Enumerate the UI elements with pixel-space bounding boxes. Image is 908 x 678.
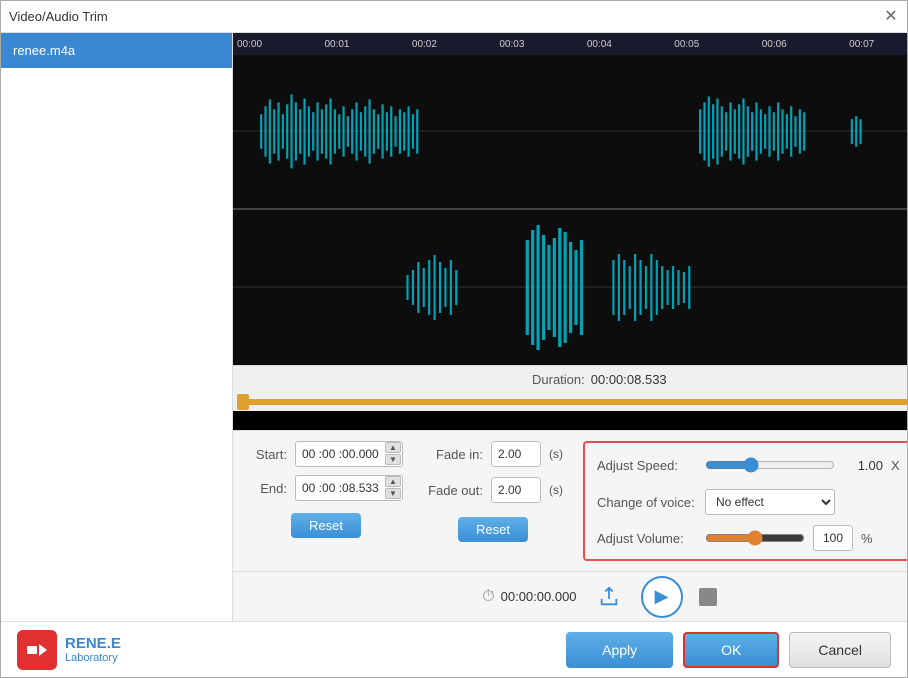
footer-buttons: Apply OK Cancel [566,632,891,668]
voice-label: Change of voice: [597,495,697,510]
logo-svg [25,638,49,662]
fade-out-row: Fade out: (s) [423,477,563,503]
speed-slider[interactable] [705,457,835,473]
main-window: Video/Audio Trim ✕ renee.m4a 00:00 00:01… [0,0,908,678]
content-area: 00:00 00:01 00:02 00:03 00:04 00:05 00:0… [233,33,907,621]
start-end-group: Start: ▲ ▼ End: [249,441,403,538]
sidebar-item-file[interactable]: renee.m4a [1,33,232,68]
cancel-button[interactable]: Cancel [789,632,891,668]
trim-handle-left[interactable] [237,394,249,410]
waveform-bottom [233,210,907,365]
end-label: End: [249,481,287,496]
end-row: End: ▲ ▼ [249,475,403,501]
volume-label: Adjust Volume: [597,531,697,546]
fade-out-label: Fade out: [423,483,483,498]
waveform-section: 00:00 00:01 00:02 00:03 00:04 00:05 00:0… [233,33,907,430]
apply-button[interactable]: Apply [566,632,673,668]
ok-button[interactable]: OK [683,632,779,668]
title-bar: Video/Audio Trim ✕ [1,1,907,33]
main-body: renee.m4a 00:00 00:01 00:02 00:03 00:04 … [1,33,907,621]
export-icon [598,586,620,608]
fade-group: Fade in: (s) Fade out: (s) Reset [423,441,563,542]
play-circle-button[interactable]: ▶ [641,576,683,618]
waveform-svg-bottom [233,210,907,365]
timeline-marker-2: 00:02 [412,39,437,50]
fade-out-unit: (s) [549,483,563,497]
adjust-group: Adjust Speed: 1.00 X ▶ Change of voice: … [583,441,907,561]
trim-track[interactable] [237,399,907,405]
timeline-marker-5: 00:05 [674,39,699,50]
volume-value[interactable] [813,525,853,551]
stop-button[interactable] [699,588,717,606]
window-title: Video/Audio Trim [9,9,108,24]
sidebar: renee.m4a [1,33,233,621]
start-end-reset-button[interactable]: Reset [291,513,361,538]
export-button[interactable] [593,581,625,613]
timeline-marker-7: 00:07 [849,39,874,50]
close-button[interactable]: ✕ [883,9,899,25]
voice-row: Change of voice: No effect Male Female C… [597,489,907,515]
speed-unit: X [891,458,900,473]
logo-text: RENE.E Laboratory [65,635,121,664]
fade-in-label: Fade in: [423,447,483,462]
fade-out-input[interactable] [491,477,541,503]
playback-time-display: ⏱ 00:00:00.000 [482,588,576,606]
timeline-markers: 00:00 00:01 00:02 00:03 00:04 00:05 00:0… [237,39,907,50]
volume-slider[interactable] [705,530,805,546]
fade-in-row: Fade in: (s) [423,441,563,467]
timeline-marker-0: 00:00 [237,39,262,50]
volume-unit: % [861,531,873,546]
clock-icon: ⏱ [482,588,494,606]
footer: RENE.E Laboratory Apply OK Cancel [1,621,907,677]
logo-name: RENE.E [65,635,121,652]
logo-sub: Laboratory [65,652,121,664]
timeline-marker-1: 00:01 [324,39,349,50]
fade-in-unit: (s) [549,447,563,461]
waveform-top [233,55,907,210]
waveform-svg-top [233,55,907,208]
end-spin-down[interactable]: ▼ [385,488,401,499]
timeline: 00:00 00:01 00:02 00:03 00:04 00:05 00:0… [233,33,907,55]
start-label: Start: [249,447,287,462]
voice-select[interactable]: No effect Male Female Child [705,489,835,515]
start-input-wrap: ▲ ▼ [295,441,403,467]
volume-row: Adjust Volume: % [597,525,907,551]
timeline-marker-3: 00:03 [499,39,524,50]
end-input-wrap: ▲ ▼ [295,475,403,501]
timeline-marker-4: 00:04 [587,39,612,50]
logo-icon [17,630,57,670]
playback-time-value: 00:00:00.000 [501,589,577,604]
fade-in-input[interactable] [491,441,541,467]
fade-reset-button[interactable]: Reset [458,517,528,542]
start-spin-down[interactable]: ▼ [385,454,401,465]
speed-label: Adjust Speed: [597,458,697,473]
timeline-marker-6: 00:06 [762,39,787,50]
playback-bar: ⏱ 00:00:00.000 ▶ [233,571,907,621]
speed-row: Adjust Speed: 1.00 X ▶ [597,451,907,479]
controls-section: Start: ▲ ▼ End: [233,430,907,571]
duration-bar: Duration: 00:00:08.533 [233,365,907,393]
duration-label: Duration: [532,372,585,387]
duration-value: 00:00:08.533 [591,372,667,387]
logo-area: RENE.E Laboratory [17,630,121,670]
end-spin-up[interactable]: ▲ [385,476,401,487]
start-row: Start: ▲ ▼ [249,441,403,467]
end-spin-buttons: ▲ ▼ [385,476,401,499]
start-spin-buttons: ▲ ▼ [385,442,401,465]
speed-value: 1.00 [843,458,883,473]
start-spin-up[interactable]: ▲ [385,442,401,453]
trim-slider-row [233,393,907,411]
